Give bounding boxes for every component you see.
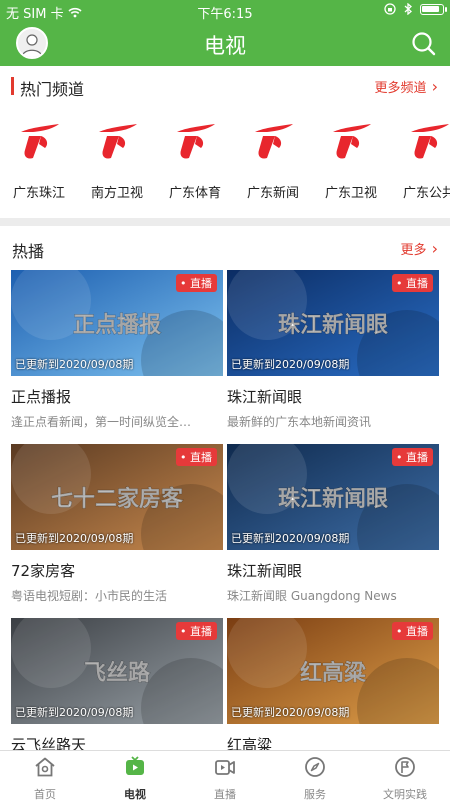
live-badge: 直播 [392,622,433,640]
update-text: 已更新到2020/09/08期 [15,532,134,545]
compass-icon [305,757,325,777]
program-card[interactable]: 红高粱直播已更新到2020/09/08期红高粱 [227,618,439,750]
program-card[interactable]: 飞丝路 直播已更新到2020/09/08期云飞丝路天 [11,618,223,750]
section-marker [11,77,14,95]
channel-item[interactable]: 广东卫视 [312,118,390,201]
update-text: 已更新到2020/09/08期 [15,706,134,719]
thumbnail-title: 珠江新闻眼 [278,486,388,512]
channel-logo-icon [99,124,137,159]
program-name: 红高粱 [227,736,273,750]
bluetooth-icon [404,3,412,15]
channel-item[interactable]: 南方卫视 [78,118,156,201]
program-thumbnail[interactable]: 珠江新闻眼 直播已更新到2020/09/08期 [227,444,439,550]
status-right [384,3,447,15]
channel-logo-icon [21,124,59,159]
channel-item[interactable]: 广东公共 [390,118,450,201]
channel-item[interactable]: 广东体育 [156,118,234,201]
program-desc: 最新鲜的广东本地新闻资讯 [227,415,372,429]
orientation-lock-icon [384,3,396,15]
hot-channels-title: 热门频道 [20,80,85,99]
program-thumbnail[interactable]: 七十二家房客 直播已更新到2020/09/08期 [11,444,223,550]
program-name: 云飞丝路天 [11,736,87,750]
more-hot-link[interactable]: 更多 [401,239,439,258]
program-name: 72家房客 [11,562,76,580]
more-channels-link[interactable]: 更多频道 [375,77,439,96]
battery-icon [420,3,447,15]
live-camera-icon [215,760,235,775]
program-card[interactable]: 珠江新闻眼直播已更新到2020/09/08期珠江新闻眼珠江新闻眼 Guangdo… [227,444,439,604]
home-icon [35,757,55,777]
hot-play-section: 热播 更多 正点播报直播已更新到2020/09/08期正点播报逢正点看新闻，第一… [0,226,450,750]
live-badge: 直播 [392,448,433,466]
thumbnail-title: 红高粱 [300,660,366,686]
channel-name: 广东珠江 [12,186,65,201]
update-text: 已更新到2020/09/08期 [15,358,134,371]
update-text: 已更新到2020/09/08期 [231,358,350,371]
program-thumbnail[interactable]: 红高粱 直播已更新到2020/09/08期 [227,618,439,724]
channel-logo-icon [255,124,293,159]
thumbnail-title: 正点播报 [73,312,161,338]
thumbnail-title: 珠江新闻眼 [278,312,388,338]
tab-flag[interactable]: 文明实践 [360,755,450,800]
channel-name: 广东公共 [402,186,450,201]
channel-logo-icon [333,124,371,159]
tab-compass[interactable]: 服务 [270,755,360,800]
app-header: 电视 [0,22,450,66]
channel-list: 广东珠江 南方卫视 广东体育 广东新闻 广东卫视 广东公共 [0,108,450,218]
hot-play-header: 热播 更多 [0,226,450,266]
tab-label: 直播 [214,788,236,800]
live-badge: 直播 [176,274,217,292]
program-desc: 粤语电视短剧：小市民的生活 [11,589,168,603]
status-time: 下午6:15 [197,7,253,22]
program-card[interactable]: 七十二家房客 直播已更新到2020/09/08期 72家房客粤语电视短剧：小市民的生… [11,444,223,604]
tab-label: 文明实践 [383,788,427,800]
program-name: 珠江新闻眼 [227,388,303,406]
channel-logo-icon [411,124,449,159]
flag-icon [395,757,415,777]
tab-home[interactable]: 首页 [0,755,90,800]
live-badge: 直播 [176,622,217,640]
update-text: 已更新到2020/09/08期 [231,706,350,719]
search-icon[interactable] [410,30,438,58]
program-thumbnail[interactable]: 珠江新闻眼 直播已更新到2020/09/08期 [227,270,439,376]
tab-live-camera[interactable]: 直播 [180,755,270,800]
program-card[interactable]: 珠江新闻眼直播已更新到2020/09/08期珠江新闻眼最新鲜的广东本地新闻资讯 [227,270,439,430]
thumbnail-title: 七十二家房客 [51,486,184,512]
hot-channels-section: 热门频道 更多频道 广东珠江 南方卫视 广东体育 广东新闻 广东卫视 广东公共 [0,66,450,218]
channel-logo-icon [177,124,215,159]
program-card[interactable]: 正点播报直播已更新到2020/09/08期正点播报逢正点看新闻，第一时间纵览全… [11,270,223,430]
live-badge: 直播 [392,274,433,292]
program-name: 珠江新闻眼 [227,562,303,580]
hot-play-title: 热播 [12,242,45,261]
channel-item[interactable]: 广东珠江 [0,118,78,201]
program-thumbnail[interactable]: 飞丝路 直播已更新到2020/09/08期 [11,618,223,724]
bottom-tab-bar: 首页 电视 直播 服务 文明实践 [0,750,450,800]
hot-channels-header: 热门频道 更多频道 [0,66,450,106]
channel-item[interactable]: 广东新闻 [234,118,312,201]
channel-name: 广东体育 [168,186,221,201]
tv-icon [126,756,144,775]
tab-label: 电视 [124,788,146,800]
thumbnail-title: 飞丝路 [84,660,151,686]
battery-level [422,5,439,12]
channel-name: 广东新闻 [246,186,299,201]
live-badge: 直播 [176,448,217,466]
tab-tv[interactable]: 电视 [90,755,180,800]
program-thumbnail[interactable]: 正点播报 直播已更新到2020/09/08期 [11,270,223,376]
program-name: 正点播报 [11,388,72,406]
update-text: 已更新到2020/09/08期 [231,532,350,545]
channel-name: 广东卫视 [324,186,377,201]
page-title: 电视 [204,34,246,58]
channel-name: 南方卫视 [90,186,143,201]
program-desc: 逢正点看新闻，第一时间纵览全… [11,415,192,429]
tab-label: 服务 [304,788,326,800]
status-bar: 无 SIM 卡 下午6:15 [0,0,450,22]
tab-label: 首页 [34,788,56,800]
program-desc: 珠江新闻眼 Guangdong News [227,589,397,603]
